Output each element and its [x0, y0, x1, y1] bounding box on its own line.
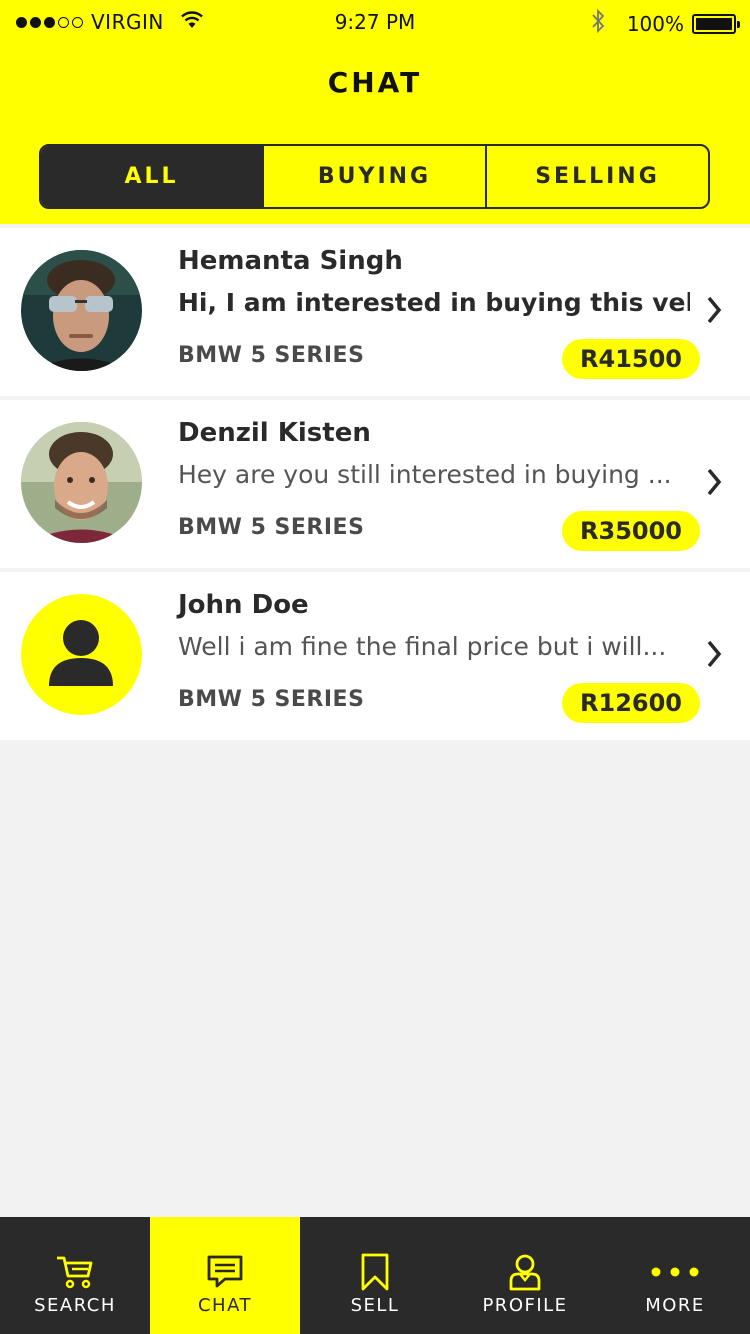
tab-sell[interactable]: SELL	[300, 1217, 450, 1334]
status-bar: VIRGIN 9:27 PM 100%	[0, 0, 750, 44]
contact-name: Denzil Kisten	[178, 418, 371, 448]
cart-icon	[55, 1253, 95, 1291]
chat-list: Hemanta Singh Hi, I am interested in buy…	[0, 228, 750, 744]
tab-label: PROFILE	[482, 1295, 568, 1316]
chat-bubble-icon	[205, 1253, 245, 1291]
bluetooth-icon	[591, 8, 605, 39]
chat-row[interactable]: Denzil Kisten Hey are you still interest…	[0, 400, 750, 568]
message-preview: Hey are you still interested in buying .…	[178, 460, 672, 489]
chat-row[interactable]: Hemanta Singh Hi, I am interested in buy…	[0, 228, 750, 396]
vehicle-model: BMW 5 SERIES	[178, 515, 365, 540]
bookmark-icon	[359, 1253, 391, 1291]
price-badge: R41500	[562, 339, 700, 379]
price-badge: R12600	[562, 683, 700, 723]
tab-bar: SEARCH CHAT SELL PROFILE MORE	[0, 1217, 750, 1334]
header: VIRGIN 9:27 PM 100% CHAT ALL BUYING SELL…	[0, 0, 750, 224]
avatar	[21, 250, 142, 371]
message-preview: Well i am fine the final price but i wil…	[178, 632, 667, 661]
chevron-right-icon	[706, 639, 722, 673]
vehicle-model: BMW 5 SERIES	[178, 687, 365, 712]
tab-label: SEARCH	[34, 1295, 116, 1316]
vehicle-model: BMW 5 SERIES	[178, 343, 365, 368]
contact-name: John Doe	[178, 590, 309, 620]
tab-label: CHAT	[197, 1295, 252, 1316]
contact-name: Hemanta Singh	[178, 246, 403, 276]
tab-more[interactable]: MORE	[600, 1217, 750, 1334]
person-placeholder-icon	[21, 594, 142, 715]
battery-percentage: 100%	[626, 11, 684, 36]
chevron-right-icon	[706, 467, 722, 501]
more-dots-icon	[650, 1253, 700, 1291]
tab-search[interactable]: SEARCH	[0, 1217, 150, 1334]
page-title: CHAT	[327, 66, 423, 99]
segment-selling[interactable]: SELLING	[485, 146, 708, 207]
tab-label: MORE	[645, 1295, 705, 1316]
avatar	[21, 422, 142, 543]
segment-all[interactable]: ALL	[41, 146, 262, 207]
chevron-right-icon	[706, 295, 722, 329]
tab-profile[interactable]: PROFILE	[450, 1217, 600, 1334]
user-icon	[508, 1253, 542, 1291]
chat-row[interactable]: John Doe Well i am fine the final price …	[0, 572, 750, 740]
battery-icon	[692, 13, 740, 34]
chat-filter-segmented-control: ALL BUYING SELLING	[39, 144, 710, 209]
message-preview: Hi, I am interested in buying this vehi.…	[178, 288, 690, 317]
tab-chat[interactable]: CHAT	[150, 1217, 300, 1334]
segment-buying[interactable]: BUYING	[262, 146, 485, 207]
price-badge: R35000	[562, 511, 700, 551]
tab-label: SELL	[350, 1295, 400, 1316]
